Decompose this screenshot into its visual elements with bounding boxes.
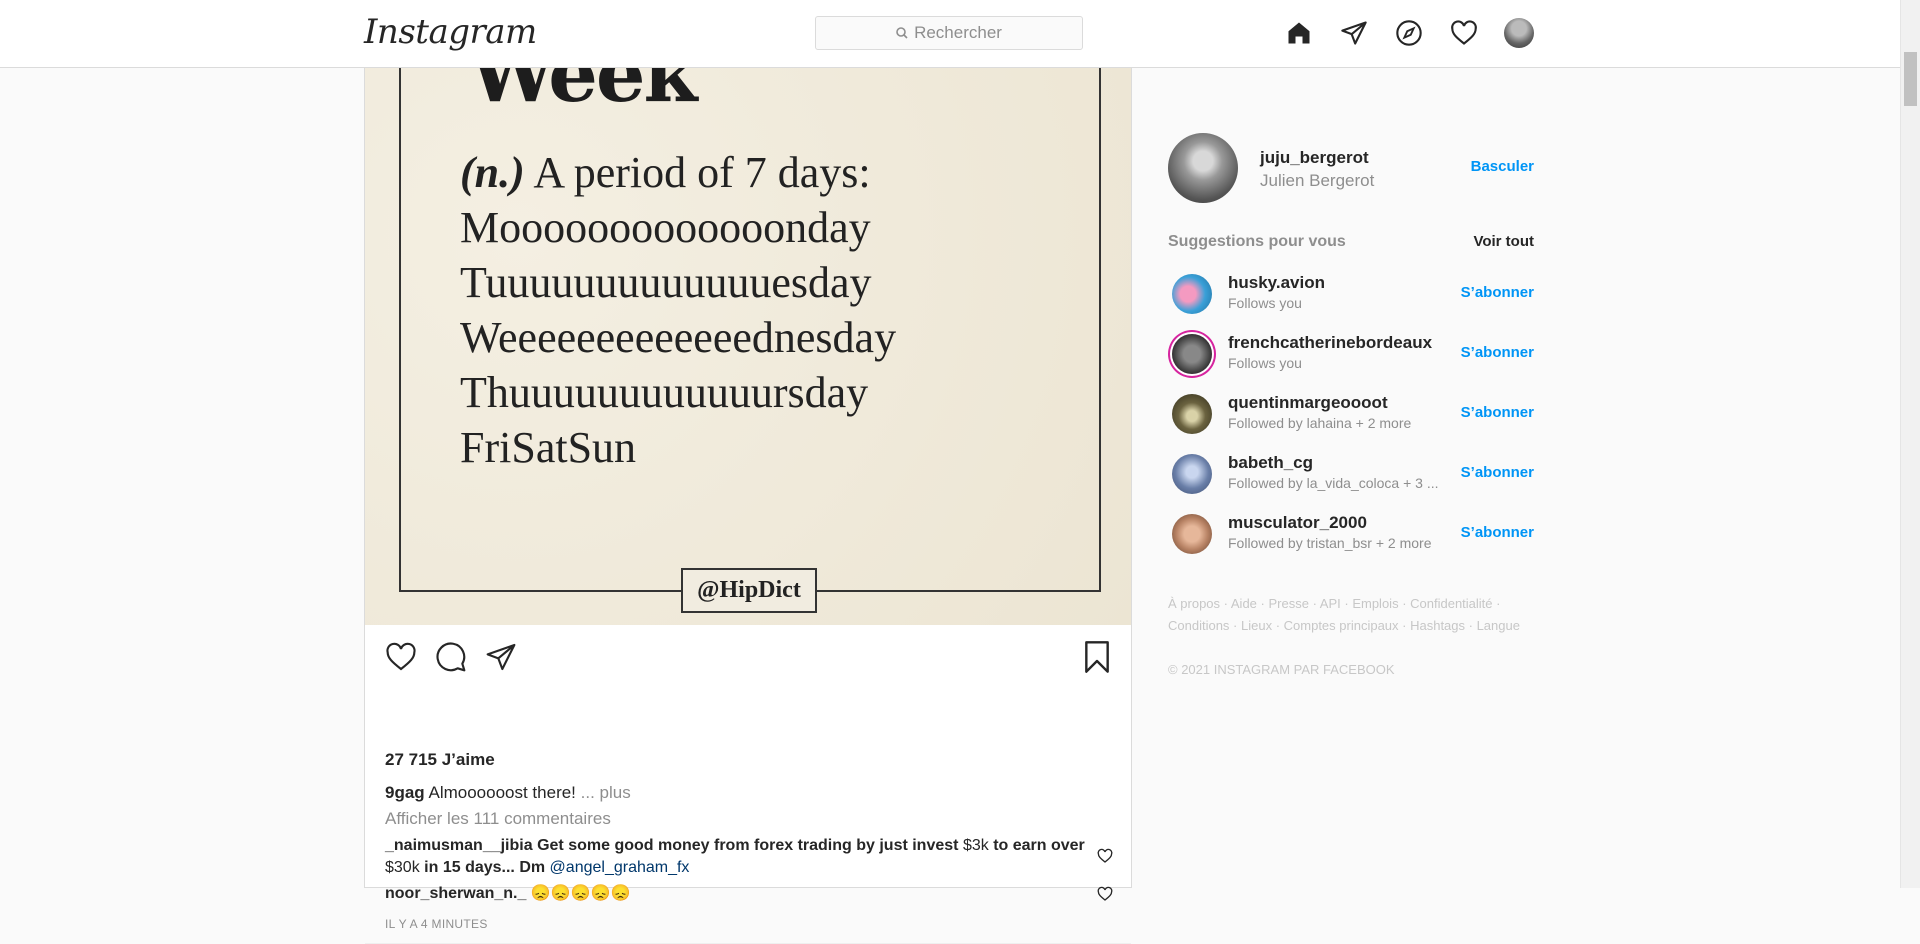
avatar[interactable]: [1172, 334, 1212, 374]
image-definition: (n.) A period of 7 days: Mooooooooooooon…: [460, 145, 896, 475]
footer-link[interactable]: API: [1320, 596, 1341, 611]
footer-link[interactable]: Conditions: [1168, 618, 1229, 633]
follow-button[interactable]: S’abonner: [1461, 464, 1534, 481]
suggestion-item: frenchcatherinebordeaux Follows you S’ab…: [1168, 330, 1534, 378]
suggestion-item: husky.avion Follows you S’abonner: [1168, 270, 1534, 318]
footer-link[interactable]: Emplois: [1352, 596, 1398, 611]
likes-count[interactable]: 27 715 J’aime: [385, 750, 495, 770]
definition-line: FriSatSun: [460, 423, 637, 472]
suggestion-reason: Followed by la_vida_coloca + 3 ...: [1228, 475, 1439, 491]
definition-line: Thuuuuuuuuuuuursday: [460, 368, 869, 417]
footer-link[interactable]: Lieux: [1241, 618, 1272, 633]
avatar[interactable]: [1172, 454, 1212, 494]
avatar[interactable]: [1172, 514, 1212, 554]
suggestions-header: Suggestions pour vous Voir tout: [1168, 233, 1534, 251]
definition-line: Mooooooooooooonday: [460, 203, 871, 252]
search-icon: [896, 27, 908, 39]
suggestion-username[interactable]: quentinmargeoooot: [1228, 393, 1388, 413]
comment-mention-link[interactable]: @angel_graham_fx: [550, 859, 690, 876]
scrollbar-thumb[interactable]: [1904, 52, 1917, 106]
post-timestamp[interactable]: IL Y A 4 MINUTES: [385, 917, 488, 931]
avatar[interactable]: [1172, 274, 1212, 314]
search-input[interactable]: Rechercher: [815, 16, 1083, 50]
suggestion-reason: Follows you: [1228, 355, 1302, 371]
caption-more-link[interactable]: ... plus: [581, 783, 631, 802]
footer-link[interactable]: Presse: [1268, 596, 1308, 611]
share-send-icon[interactable]: [483, 639, 519, 675]
footer-link[interactable]: Aide: [1231, 596, 1257, 611]
avatar[interactable]: [1168, 133, 1238, 203]
nav-icons: [1283, 17, 1535, 49]
follow-button[interactable]: S’abonner: [1461, 404, 1534, 421]
comment-text: Get some good money from forex trading b…: [537, 837, 959, 854]
instagram-logo[interactable]: Instagram: [364, 12, 537, 52]
view-all-comments-link[interactable]: Afficher les 111 commentaires: [385, 809, 611, 829]
caption-text: Almoooooost there!: [428, 783, 576, 802]
home-icon[interactable]: [1283, 17, 1315, 49]
suggestion-item: musculator_2000 Followed by tristan_bsr …: [1168, 510, 1534, 558]
comment-like-icon[interactable]: [1097, 886, 1113, 902]
switch-account-button[interactable]: Basculer: [1471, 158, 1534, 175]
footer-link[interactable]: Langue: [1477, 618, 1520, 633]
image-headword: Week: [469, 67, 698, 120]
suggestion-reason: Followed by lahaina + 2 more: [1228, 415, 1412, 431]
definition-first-line: A period of 7 days:: [533, 148, 871, 197]
current-user-profile: juju_bergerot Julien Bergerot Basculer: [1168, 133, 1534, 203]
comment: _naimusman__jibia Get some good money fr…: [385, 835, 1095, 879]
suggestion-username[interactable]: husky.avion: [1228, 273, 1325, 293]
footer-link[interactable]: Comptes principaux: [1284, 618, 1399, 633]
copyright: © 2021 INSTAGRAM PAR FACEBOOK: [1168, 662, 1395, 677]
feed-post: Week (n.) A period of 7 days: Mooooooooo…: [364, 67, 1132, 944]
suggestions-title: Suggestions pour vous: [1168, 233, 1346, 250]
suggestion-item: babeth_cg Followed by la_vida_coloca + 3…: [1168, 450, 1534, 498]
comment-username[interactable]: _naimusman__jibia: [385, 837, 533, 854]
suggestion-username[interactable]: babeth_cg: [1228, 453, 1313, 473]
footer-link[interactable]: À propos: [1168, 596, 1220, 611]
definition-line: Tuuuuuuuuuuuuuesday: [460, 258, 872, 307]
search-placeholder: Rechercher: [914, 23, 1002, 42]
top-navbar: Instagram Rechercher: [0, 0, 1900, 68]
suggestion-item: quentinmargeoooot Followed by lahaina + …: [1168, 390, 1534, 438]
definition-line: Weeeeeeeeeeeeednesday: [460, 313, 897, 362]
post-actions: [383, 639, 519, 675]
bookmark-icon[interactable]: [1079, 639, 1115, 675]
like-heart-icon[interactable]: [383, 639, 419, 675]
page-scrollbar[interactable]: [1900, 0, 1920, 888]
comment: noor_sherwan_n._ 😞😞😞😞😞: [385, 883, 1095, 905]
activity-heart-icon[interactable]: [1448, 17, 1480, 49]
profile-fullname: Julien Bergerot: [1260, 171, 1375, 190]
avatar[interactable]: [1172, 394, 1212, 434]
footer-links: À propos · Aide · Presse · API · Emplois…: [1168, 596, 1520, 633]
follow-button[interactable]: S’abonner: [1461, 284, 1534, 301]
suggestion-username[interactable]: musculator_2000: [1228, 513, 1367, 533]
follow-button[interactable]: S’abonner: [1461, 344, 1534, 361]
comment-text: in 15 days... Dm: [424, 859, 546, 876]
post-caption: 9gag Almoooooost there! ... plus: [385, 783, 631, 803]
see-all-link[interactable]: Voir tout: [1473, 233, 1534, 250]
footer-link[interactable]: Hashtags: [1410, 618, 1465, 633]
caption-username[interactable]: 9gag: [385, 783, 425, 802]
profile-username[interactable]: juju_bergerot: [1260, 148, 1369, 168]
suggestion-username[interactable]: frenchcatherinebordeaux: [1228, 333, 1432, 353]
explore-icon[interactable]: [1393, 17, 1425, 49]
comment-text: $30k: [385, 859, 420, 876]
direct-message-icon[interactable]: [1338, 17, 1370, 49]
comment-text: $3k: [962, 837, 989, 854]
image-handle-tag: @HipDict: [681, 568, 817, 613]
follow-button[interactable]: S’abonner: [1461, 524, 1534, 541]
comment-bubble-icon[interactable]: [433, 639, 469, 675]
footer-link[interactable]: Confidentialité: [1410, 596, 1492, 611]
comment-text: to earn over: [993, 837, 1085, 854]
profile-avatar-icon[interactable]: [1503, 17, 1535, 49]
suggestion-reason: Followed by tristan_bsr + 2 more: [1228, 535, 1432, 551]
suggestion-reason: Follows you: [1228, 295, 1302, 311]
part-of-speech: (n.): [460, 148, 525, 197]
comment-like-icon[interactable]: [1097, 848, 1113, 864]
post-image[interactable]: Week (n.) A period of 7 days: Mooooooooo…: [365, 67, 1131, 625]
